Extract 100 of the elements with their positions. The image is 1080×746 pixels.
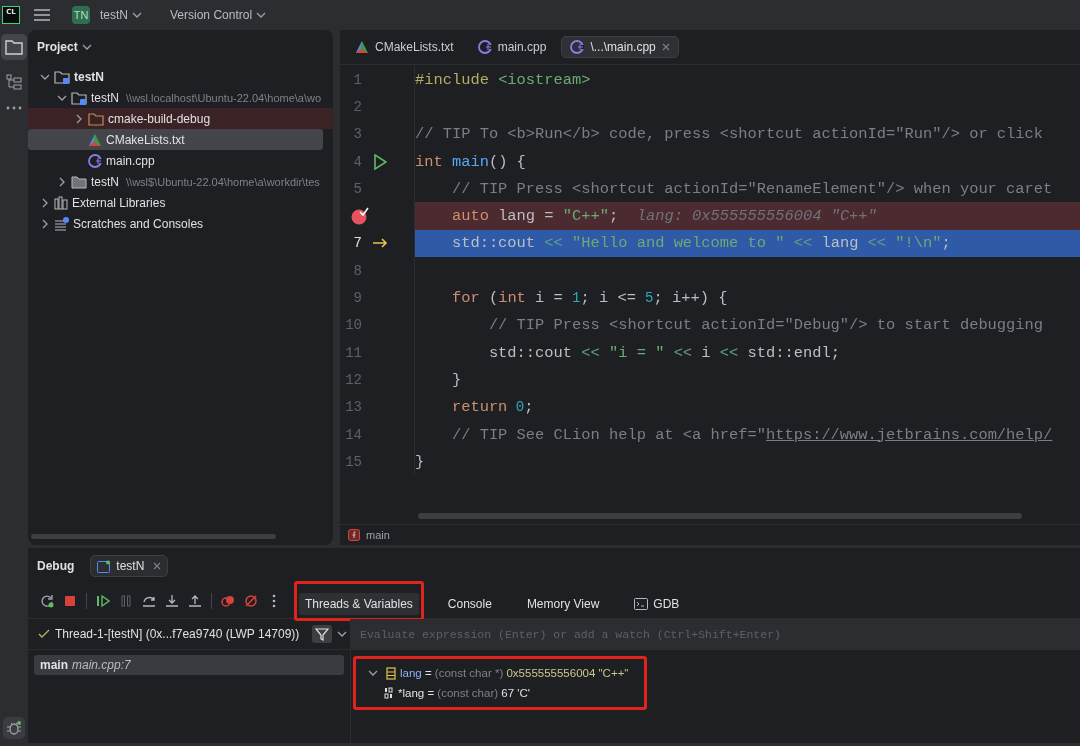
debug-tab[interactable]: Memory View bbox=[520, 593, 606, 615]
triangle-icon bbox=[355, 40, 369, 54]
module-folder-icon bbox=[71, 90, 87, 105]
variable-entry[interactable]: lang = (const char *) 0x555555556004 "C++" bbox=[400, 667, 629, 679]
panel-title: Debug bbox=[37, 559, 75, 573]
tree-item[interactable]: main.cpp bbox=[28, 150, 323, 171]
code-line: int main() { bbox=[415, 152, 526, 171]
tree-item[interactable]: testN \\wsl$\Ubuntu-22.04\home\a\workdir\tes bbox=[28, 171, 323, 192]
chevron-down-icon bbox=[256, 10, 267, 20]
tree-item[interactable]: cmake-build-debug bbox=[28, 108, 333, 129]
code-line: } bbox=[415, 452, 425, 471]
code-line: return 0; bbox=[450, 398, 534, 417]
tree-item[interactable]: testN \\wsl.localhost\Ubuntu-22.04\home\a\wo bbox=[28, 87, 323, 108]
tree-item[interactable]: External Libraries bbox=[28, 192, 323, 213]
tree-item[interactable]: Scratches and Consoles bbox=[28, 213, 323, 234]
chevron-right-icon[interactable] bbox=[40, 218, 50, 229]
stack-frame[interactable]: main main.cpp:7 bbox=[34, 655, 344, 675]
code-line: // TIP Press <shortcut actionId="RenameElement"/> when your caret bbox=[450, 179, 1053, 198]
scrollbar[interactable] bbox=[418, 513, 1022, 519]
pause-icon[interactable] bbox=[119, 594, 133, 608]
code-line: #include <iostream> bbox=[415, 70, 591, 89]
array-icon bbox=[386, 666, 396, 680]
session-tab[interactable]: testN bbox=[90, 555, 169, 577]
tree-label: Scratches and Consoles bbox=[73, 216, 204, 231]
line-number: 13 bbox=[344, 399, 362, 416]
libraries-icon bbox=[54, 195, 68, 210]
project-view-selector[interactable]: Project bbox=[28, 30, 101, 66]
folder-icon bbox=[88, 111, 104, 126]
line-number: 12 bbox=[344, 371, 362, 388]
code-line: // TIP Press <shortcut actionId="Debug"/> to start debugging bbox=[487, 316, 1044, 335]
step-over-icon[interactable] bbox=[142, 594, 156, 608]
filter-icon bbox=[315, 627, 330, 641]
chevron-right-icon[interactable] bbox=[57, 176, 67, 187]
code-line: // TIP To <b>Run</b> code, press <shortcut actionId="Run"/> or click bbox=[415, 125, 1044, 144]
editor-tab[interactable]: main.cpp bbox=[468, 36, 556, 58]
chevron-down-icon[interactable] bbox=[368, 668, 378, 678]
path-text: \\wsl.localhost\Ubuntu-22.04\home\a\wo bbox=[126, 91, 322, 104]
function-icon bbox=[348, 529, 360, 541]
breakpoint-icon[interactable] bbox=[351, 207, 369, 226]
c-file-icon bbox=[570, 40, 585, 54]
tree-label: main.cpp bbox=[106, 153, 155, 168]
tree-label: External Libraries bbox=[72, 195, 166, 210]
close-icon bbox=[153, 562, 162, 570]
debug-tab[interactable]: Threads & Variables bbox=[299, 593, 419, 615]
line-number: 9 bbox=[352, 290, 362, 306]
code-line: } bbox=[450, 370, 462, 389]
more-icon bbox=[6, 106, 22, 110]
console-icon bbox=[97, 559, 112, 573]
mute-breakpoints-icon[interactable] bbox=[244, 594, 258, 608]
editor-tab[interactable]: CMakeLists.txt bbox=[346, 36, 463, 58]
chevron-down-icon bbox=[132, 10, 142, 20]
module-folder-icon bbox=[54, 69, 70, 84]
chevron-down-icon bbox=[81, 42, 92, 52]
line-number: 7 bbox=[352, 235, 362, 252]
step-out-icon[interactable] bbox=[188, 594, 202, 608]
resume-icon[interactable] bbox=[96, 594, 110, 608]
debug-tab[interactable]: Console bbox=[441, 593, 498, 615]
scratches-icon bbox=[54, 216, 69, 231]
tree-label: cmake-build-debug bbox=[108, 111, 211, 126]
line-number: 10 bbox=[344, 317, 362, 334]
binary-icon bbox=[384, 687, 394, 699]
folder-icon bbox=[5, 39, 23, 55]
c-file-icon bbox=[477, 40, 492, 54]
tree-label: testN bbox=[91, 174, 119, 189]
debug-tab[interactable]: GDB bbox=[628, 593, 686, 615]
stop-icon[interactable] bbox=[63, 594, 77, 608]
rerun-icon[interactable] bbox=[40, 594, 54, 608]
path-text: \\wsl$\Ubuntu-22.04\home\a\workdir\tes bbox=[126, 175, 320, 188]
run-icon[interactable] bbox=[373, 153, 387, 170]
structure-icon bbox=[6, 74, 22, 92]
breakpoints-icon[interactable] bbox=[221, 594, 235, 608]
triangle-icon bbox=[88, 132, 102, 147]
tree-label: testN bbox=[74, 69, 104, 84]
line-number: 1 bbox=[352, 71, 362, 88]
scrollbar[interactable] bbox=[31, 534, 276, 539]
vcs-selector[interactable]: Version Control bbox=[166, 6, 271, 24]
line-number: 15 bbox=[344, 453, 362, 470]
tree-item[interactable]: testN bbox=[28, 66, 323, 87]
tree-item[interactable]: CMakeLists.txt bbox=[28, 129, 323, 150]
line-number: 2 bbox=[352, 98, 362, 115]
editor-tab[interactable]: \...\main.cpp bbox=[561, 36, 679, 58]
variable-entry[interactable]: *lang = (const char) 67 'C' bbox=[398, 687, 530, 699]
step-into-icon[interactable] bbox=[165, 594, 179, 608]
workspace-switcher[interactable]: testN bbox=[96, 6, 146, 24]
thread-selector[interactable]: Thread-1-[testN] (0x...f7ea9740 (LWP 14709)) bbox=[38, 627, 300, 641]
chevron-right-icon[interactable] bbox=[74, 113, 84, 124]
code-line: std::cout << "Hello and welcome to " << lang << "!\n"; bbox=[450, 234, 951, 253]
frame-location: main.cpp:7 bbox=[72, 658, 131, 672]
breadcrumb-item[interactable]: main bbox=[366, 529, 390, 541]
filter-button[interactable] bbox=[312, 625, 333, 643]
line-number: 11 bbox=[344, 344, 362, 361]
line-number: 14 bbox=[344, 426, 362, 443]
close-icon bbox=[661, 43, 670, 51]
chevron-right-icon[interactable] bbox=[40, 197, 50, 208]
line-number: 8 bbox=[352, 262, 362, 279]
tree-label: CMakeLists.txt bbox=[106, 132, 185, 147]
folder-icon bbox=[71, 174, 87, 189]
code-line: // TIP See CLion help at <a href="https://www.jetbrains.com/help/ bbox=[450, 425, 1053, 444]
check-icon bbox=[38, 629, 50, 639]
chevron-down-icon bbox=[337, 629, 348, 639]
